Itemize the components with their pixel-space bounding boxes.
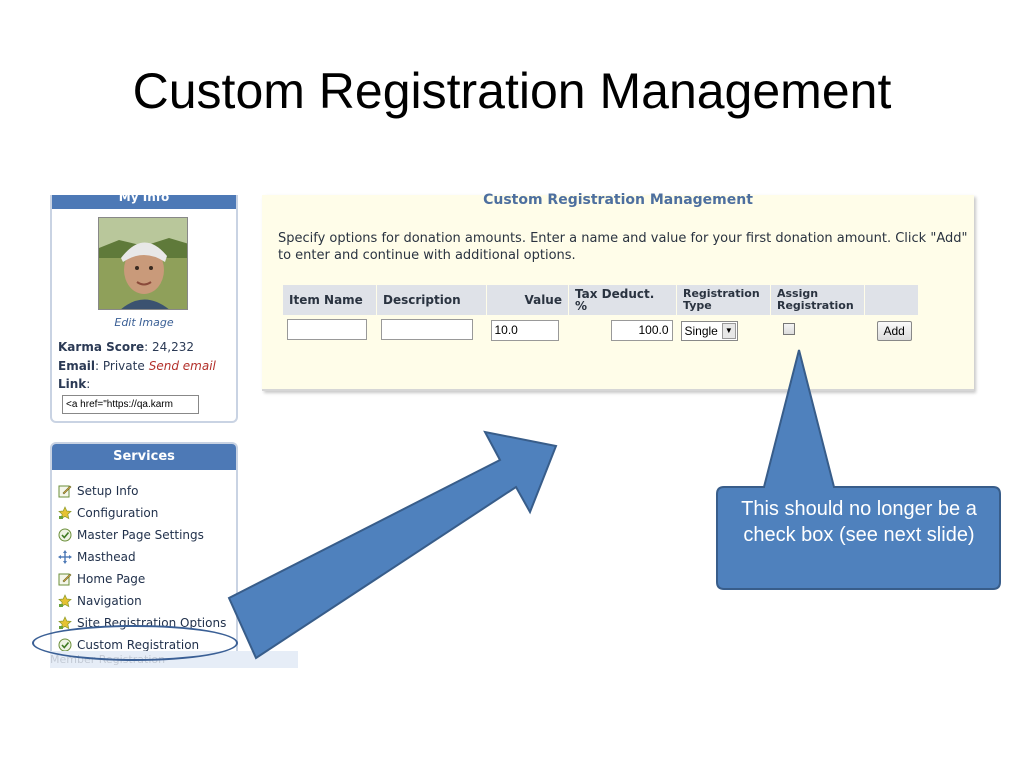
annotation-shapes xyxy=(227,349,1001,660)
callout-text: This should no longer be a check box (se… xyxy=(741,498,977,546)
big-arrow xyxy=(227,430,558,660)
callout-bubble xyxy=(716,349,1001,590)
